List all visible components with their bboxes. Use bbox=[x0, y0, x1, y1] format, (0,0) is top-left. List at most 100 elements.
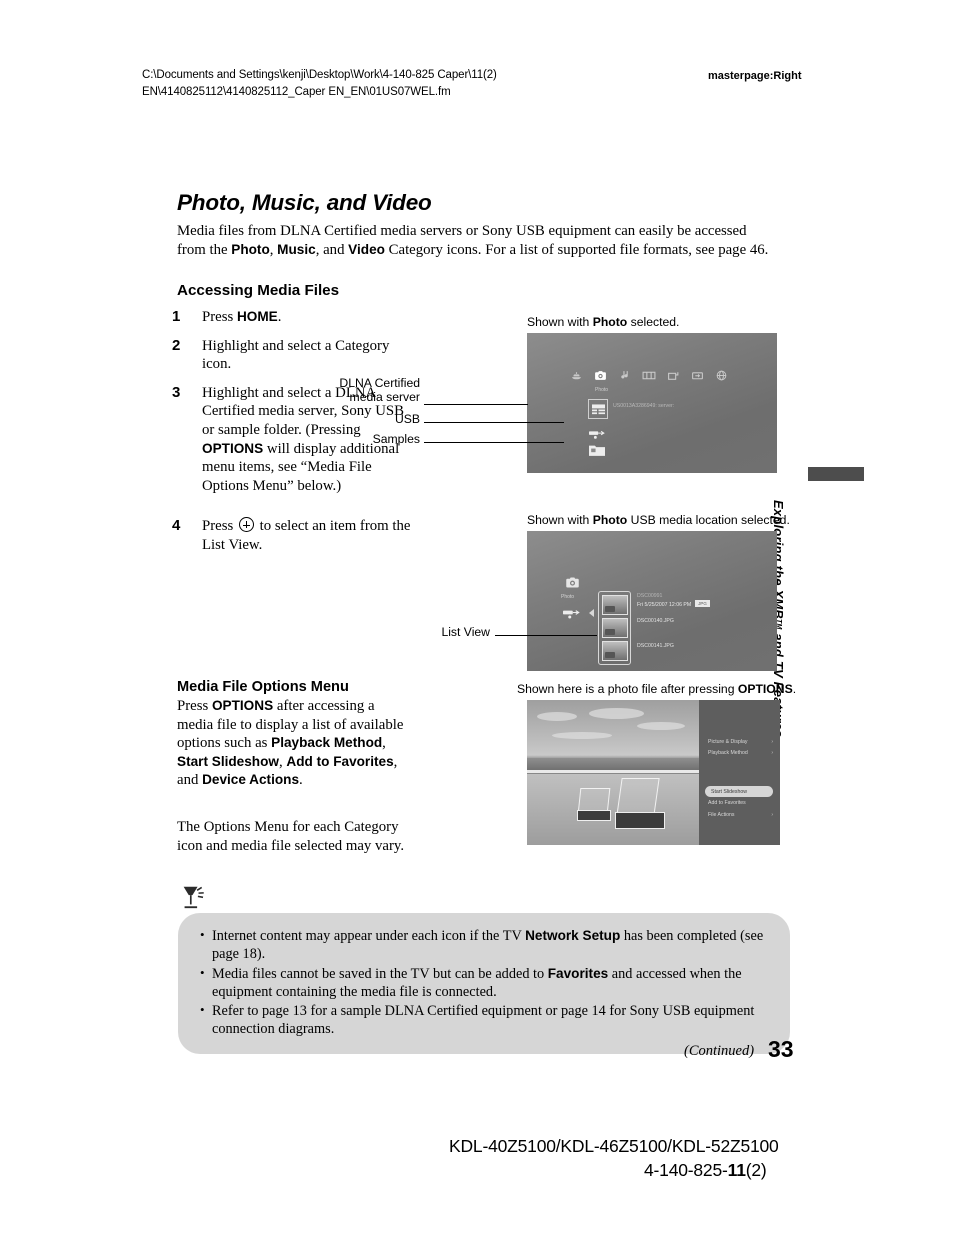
opt-bold-add-to-favorites: Add to Favorites bbox=[286, 753, 394, 769]
chevron-right-icon: › bbox=[771, 750, 773, 756]
page-title: Photo, Music, and Video bbox=[177, 190, 432, 215]
caption-tv1: Shown with Photo selected. bbox=[527, 315, 679, 329]
cloud bbox=[637, 722, 685, 730]
note-item: Refer to page 13 for a sample DLNA Certi… bbox=[200, 1001, 764, 1039]
part-number: 4-140-825-11(2) bbox=[644, 1160, 767, 1181]
intro-bold-music: Music bbox=[277, 241, 316, 257]
menu-item-picture-display[interactable]: Picture & Display bbox=[708, 739, 748, 745]
path-line-2: EN\4140825112\4140825112_Caper EN_EN\01U… bbox=[142, 86, 451, 98]
note-text-bold: Favorites bbox=[547, 965, 609, 981]
usb-device-icon bbox=[563, 607, 581, 625]
music-note-icon bbox=[618, 369, 631, 387]
source-file-path: C:\Documents and Settings\kenji\Desktop\… bbox=[142, 67, 662, 101]
tv-screenshot-photo-options: Picture & Display › Playback Method › St… bbox=[527, 700, 780, 845]
menu-item-start-slideshow[interactable]: Start Slideshow bbox=[705, 786, 773, 797]
menu-item-label: Start Slideshow bbox=[711, 788, 748, 795]
caption-tv3-bold: OPTIONS bbox=[737, 682, 793, 696]
step-text-bold: HOME bbox=[236, 309, 278, 324]
step-number: 4 bbox=[172, 517, 181, 535]
dlna-server-name: US0013A3286949: server: bbox=[613, 403, 675, 409]
list-item: DSC00140.JPG bbox=[637, 618, 710, 643]
menu-item-add-to-favorites[interactable]: Add to Favorites bbox=[708, 800, 746, 806]
caption-tv3-post: . bbox=[792, 682, 797, 696]
list-item: DSC00991 Fri 5/25/2007 12:06 PM JPG bbox=[637, 593, 710, 618]
caption-tv2-post: USB media location selected. bbox=[627, 513, 790, 527]
file-meta: Fri 5/25/2007 12:06 PM JPG bbox=[637, 600, 710, 609]
surf-line bbox=[527, 769, 699, 773]
callout-dlna-line-1: DLNA Certified bbox=[339, 376, 420, 390]
caption-tv3-pre: Shown here is a photo file after pressin… bbox=[517, 682, 738, 696]
media-file-options-menu-heading: Media File Options Menu bbox=[177, 679, 349, 695]
step-4: 4 Press to select an item from the List … bbox=[172, 517, 412, 554]
caption-tv3: Shown here is a photo file after pressin… bbox=[517, 682, 796, 696]
intro-bold-video: Video bbox=[348, 241, 385, 257]
step-number: 2 bbox=[172, 336, 181, 354]
file-name: DSC00140.JPG bbox=[637, 618, 674, 624]
media-file-options-menu-paragraph: Press OPTIONS after accessing a media fi… bbox=[177, 697, 409, 790]
chevron-right-icon: › bbox=[771, 812, 773, 818]
notes-callout-box: Internet content may appear under each i… bbox=[178, 913, 790, 1054]
opt-sep-1: , bbox=[382, 735, 386, 752]
side-tab-marker bbox=[808, 467, 864, 481]
note-item: Internet content may appear under each i… bbox=[200, 926, 764, 964]
callout-dlna-line-2: media server bbox=[349, 390, 420, 404]
beach-chair-near-seat bbox=[615, 812, 665, 829]
part-number-revision: 11 bbox=[727, 1160, 746, 1180]
thumbnail bbox=[602, 641, 628, 661]
note-text-pre: Internet content may appear under each i… bbox=[212, 928, 526, 944]
xmb-selected-category-label: Photo bbox=[595, 387, 609, 393]
part-number-suffix: (2) bbox=[745, 1160, 767, 1180]
cloud bbox=[537, 712, 577, 721]
list-item: DSC00141.JPG bbox=[637, 643, 710, 668]
intro-paragraph: Media files from DLNA Certified media se… bbox=[177, 222, 777, 259]
menu-item-playback-method[interactable]: Playback Method bbox=[708, 750, 748, 756]
list-view-thumbnails bbox=[598, 591, 631, 665]
thumbnail bbox=[602, 618, 628, 638]
cloud bbox=[589, 708, 644, 719]
continued-label: (Continued) bbox=[684, 1043, 755, 1059]
callout-usb: USB bbox=[394, 412, 420, 426]
leader-line-samples bbox=[424, 442, 564, 443]
intro-bold-photo: Photo bbox=[231, 241, 270, 257]
intro-sep-2: , and bbox=[315, 241, 349, 258]
category-label: Photo bbox=[561, 594, 575, 600]
input-icon bbox=[691, 369, 704, 387]
page-number: 33 bbox=[768, 1036, 794, 1062]
video-film-icon bbox=[642, 369, 656, 387]
model-numbers: KDL-40Z5100/KDL-46Z5100/KDL-52Z5100 bbox=[449, 1136, 779, 1156]
beach-photo bbox=[527, 700, 699, 845]
callout-list-view: List View bbox=[441, 625, 490, 639]
step-text-pre: Press bbox=[202, 309, 237, 325]
selection-arrow-icon bbox=[589, 609, 594, 617]
xmb-category-icon-row bbox=[570, 369, 728, 387]
step-number: 1 bbox=[172, 308, 181, 325]
opt-bold-device-actions: Device Actions bbox=[202, 772, 300, 788]
caption-tv2-pre: Shown with bbox=[527, 513, 593, 527]
file-timestamp: Fri 5/25/2007 12:06 PM bbox=[637, 602, 692, 608]
photo-camera-icon bbox=[565, 575, 580, 595]
file-name: DSC00141.JPG bbox=[637, 643, 674, 649]
file-format-badge: JPG bbox=[695, 600, 710, 607]
step-text: Press to select an item from the List Vi… bbox=[202, 517, 410, 553]
thumbnail bbox=[602, 595, 628, 615]
step-2: 2 Highlight and select a Category icon. bbox=[172, 337, 412, 374]
step-text-pre: Press bbox=[202, 518, 237, 535]
caption-tv1-bold: Photo bbox=[592, 315, 628, 329]
options-menu-panel: Picture & Display › Playback Method › St… bbox=[699, 700, 780, 845]
step-text-bold: OPTIONS bbox=[202, 440, 264, 456]
step-text: Press HOME. bbox=[202, 309, 281, 325]
leader-line-dlna bbox=[424, 404, 528, 405]
leader-line-list-view bbox=[495, 635, 597, 636]
caption-tv2-bold: Photo bbox=[592, 513, 628, 527]
opt-bold-start-slideshow: Start Slideshow bbox=[177, 753, 279, 769]
caption-tv1-pre: Shown with bbox=[527, 315, 593, 329]
center-enter-button-icon bbox=[238, 517, 254, 533]
intro-text-2: Category icons. For a list of supported … bbox=[384, 241, 769, 258]
leader-line-usb bbox=[424, 422, 564, 423]
opt-bold-options: OPTIONS bbox=[211, 698, 274, 713]
tv-screenshot-list-view: Photo DSC00991 Fri 5/25/2007 12:06 PM JPG… bbox=[527, 531, 777, 671]
sand bbox=[527, 773, 699, 845]
section-heading-accessing-media-files: Accessing Media Files bbox=[177, 282, 340, 299]
note-item: Media files cannot be saved in the TV bu… bbox=[200, 964, 764, 1002]
menu-item-file-actions[interactable]: File Actions bbox=[708, 812, 735, 818]
